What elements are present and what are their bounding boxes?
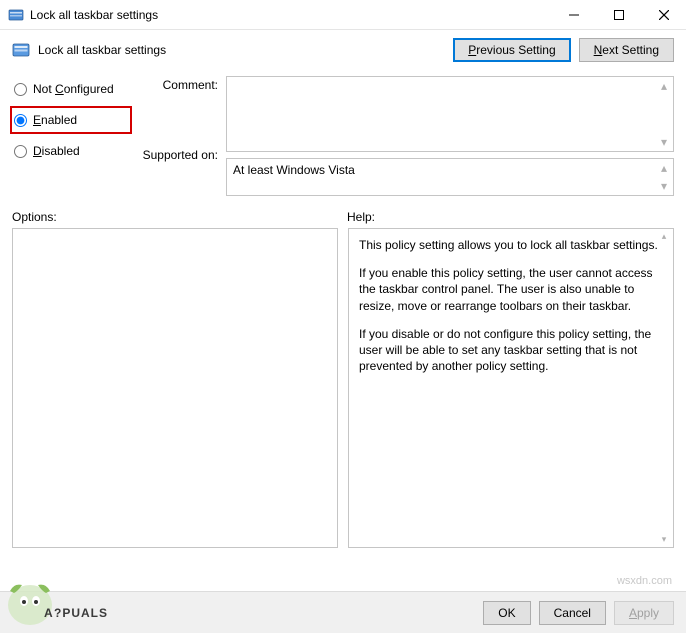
apply-button: Apply — [614, 601, 674, 625]
minimize-button[interactable] — [551, 0, 596, 29]
help-pane: This policy setting allows you to lock a… — [348, 228, 674, 548]
help-p2: If you enable this policy setting, the u… — [359, 265, 663, 314]
header-row: Lock all taskbar settings Previous Setti… — [0, 30, 686, 68]
supported-textbox: At least Windows Vista ▴▾ — [226, 158, 674, 196]
field-labels: Comment: Supported on: — [138, 76, 218, 196]
window-title: Lock all taskbar settings — [30, 8, 551, 22]
nav-buttons: Previous Setting Next Setting — [453, 38, 674, 62]
supported-label: Supported on: — [143, 148, 218, 162]
footer: OK Cancel Apply — [0, 591, 686, 633]
lower-panes: This policy setting allows you to lock a… — [0, 228, 686, 548]
options-label: Options: — [12, 210, 343, 224]
fields-col: ▴▾ At least Windows Vista ▴▾ — [226, 76, 674, 196]
supported-scroll[interactable]: ▴▾ — [657, 161, 671, 193]
radio-disabled[interactable]: Disabled — [12, 142, 130, 160]
app-icon — [8, 7, 24, 23]
cancel-button[interactable]: Cancel — [539, 601, 606, 625]
comment-label: Comment: — [163, 78, 218, 92]
window-controls — [551, 0, 686, 29]
lower-labels: Options: Help: — [0, 196, 686, 228]
maximize-button[interactable] — [596, 0, 641, 29]
supported-value: At least Windows Vista — [233, 163, 355, 177]
radio-disabled-input[interactable] — [14, 145, 27, 158]
chevron-up-icon: ▴ — [661, 79, 667, 93]
policy-title: Lock all taskbar settings — [38, 43, 445, 57]
radio-group: Not Configured Enabled Disabled — [12, 76, 130, 196]
help-scroll-up-icon[interactable]: ▴ — [657, 231, 671, 242]
titlebar: Lock all taskbar settings — [0, 0, 686, 30]
radio-not-configured-input[interactable] — [14, 83, 27, 96]
comment-scroll[interactable]: ▴▾ — [657, 79, 671, 149]
ok-button[interactable]: OK — [483, 601, 530, 625]
radio-enabled-input[interactable] — [14, 114, 27, 127]
source-watermark: wsxdn.com — [617, 575, 672, 587]
previous-setting-button[interactable]: Previous Setting — [453, 38, 570, 62]
comment-textbox[interactable]: ▴▾ — [226, 76, 674, 152]
next-setting-button[interactable]: Next Setting — [579, 38, 674, 62]
help-p1: This policy setting allows you to lock a… — [359, 237, 663, 253]
radio-not-configured[interactable]: Not Configured — [12, 80, 130, 98]
chevron-down-icon: ▾ — [661, 179, 667, 193]
upper-grid: Not Configured Enabled Disabled Comment:… — [0, 68, 686, 196]
help-p3: If you disable or do not configure this … — [359, 326, 663, 375]
help-scroll-down-icon[interactable]: ▾ — [657, 534, 671, 545]
chevron-down-icon: ▾ — [661, 135, 667, 149]
close-button[interactable] — [641, 0, 686, 29]
help-label: Help: — [343, 210, 674, 224]
radio-enabled[interactable]: Enabled — [10, 106, 132, 134]
options-pane — [12, 228, 338, 548]
chevron-up-icon: ▴ — [661, 161, 667, 175]
policy-icon — [12, 41, 30, 59]
